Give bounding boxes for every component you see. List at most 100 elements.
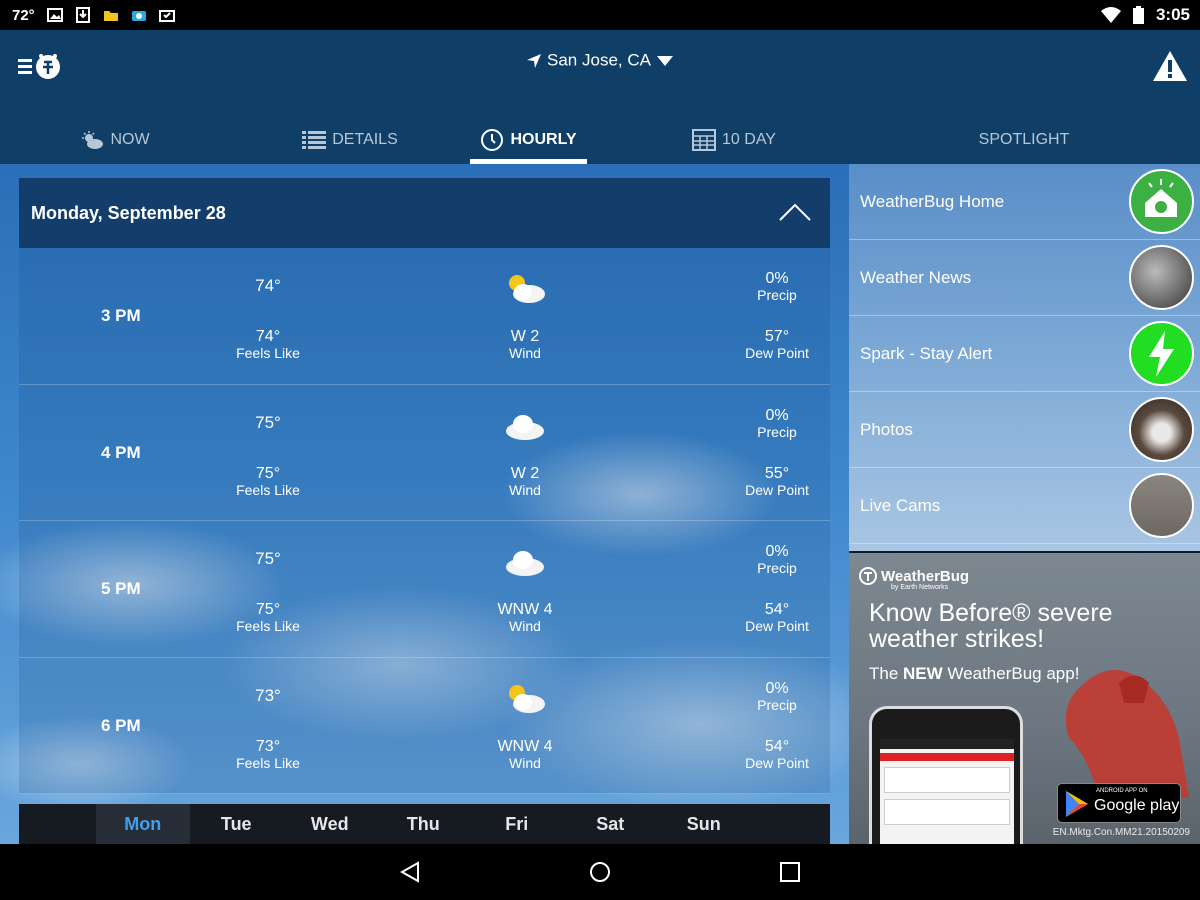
briefcase-icon <box>158 10 175 22</box>
lightning-icon <box>1129 321 1194 386</box>
row-wind: WNW 4 Wind <box>497 601 553 634</box>
sidebar-item-live-cams[interactable]: Live Cams <box>849 468 1200 544</box>
location-name: San Jose, CA <box>547 50 651 70</box>
row-precip: 0% Precip <box>757 679 797 713</box>
home-icon[interactable] <box>588 860 612 884</box>
tab-10-day[interactable]: 10 DAY <box>587 115 881 164</box>
google-play-badge[interactable]: ANDROID APP ON Google play <box>1057 783 1181 823</box>
tab-spotlight[interactable]: SPOTLIGHT <box>881 115 1167 164</box>
play-store-icon <box>1066 791 1088 817</box>
row-wind: W 2 Wind <box>509 328 541 361</box>
ad-brand-sub: by Earth Networks <box>891 584 949 591</box>
list-icon <box>302 130 327 149</box>
row-time: 6 PM <box>101 715 141 735</box>
location-arrow-icon <box>527 53 542 68</box>
image-icon <box>46 8 63 22</box>
sidebar-item-photos[interactable]: Photos <box>849 392 1200 468</box>
sidebar-item-label: Weather News <box>860 267 972 287</box>
date-header[interactable]: Monday, September 28 <box>19 178 830 248</box>
cloud-icon <box>506 551 544 576</box>
hourly-row[interactable]: 3 PM 74° 74° Feels Like W 2 Wind 0% Precip … <box>19 248 830 385</box>
spotlight-sidebar: WeatherBug Home Weather News Spark - Sta… <box>849 164 1200 551</box>
row-feels-like: 75° Feels Like <box>236 601 300 634</box>
row-temperature: 75° <box>255 549 281 568</box>
alert-button[interactable] <box>1152 50 1188 82</box>
day-sat[interactable]: Sat <box>564 804 658 844</box>
download-icon <box>75 7 90 23</box>
hourly-card: Monday, September 28 3 PM 74° 74° Feels L… <box>19 178 830 844</box>
sidebar-item-spark[interactable]: Spark - Stay Alert <box>849 316 1200 392</box>
chevron-down-icon <box>656 55 673 66</box>
row-feels-like: 74° Feels Like <box>236 328 300 361</box>
sun-cloud-icon <box>82 130 104 149</box>
back-icon[interactable] <box>398 860 422 884</box>
row-time: 5 PM <box>101 579 141 598</box>
news-thumbnail <box>1129 245 1194 310</box>
folder-icon <box>103 11 118 21</box>
advertisement-banner[interactable]: WeatherBug by Earth Networks Know Before… <box>849 551 1200 844</box>
row-dew-point: 55° Dew Point <box>745 464 809 498</box>
battery-icon <box>1132 6 1144 24</box>
clock-icon <box>481 128 504 151</box>
row-time: 3 PM <box>101 306 141 325</box>
tab-label: NOW <box>110 130 150 148</box>
partly-sunny-icon <box>509 275 545 303</box>
sidebar-item-weatherbug-home[interactable]: WeatherBug Home <box>849 164 1200 240</box>
row-temperature: 74° <box>255 276 281 295</box>
ad-headline: Know Before® severe weather strikes! <box>869 599 1113 653</box>
tab-label: SPOTLIGHT <box>978 130 1070 148</box>
store-small-text: ANDROID APP ON <box>1096 788 1148 794</box>
cam-thumbnail <box>1129 473 1194 538</box>
row-wind: W 2 Wind <box>509 464 541 498</box>
camera-icon <box>131 11 146 21</box>
sidebar-item-label: WeatherBug Home <box>860 191 1005 211</box>
tab-label: HOURLY <box>510 130 577 148</box>
sidebar-item-weather-news[interactable]: Weather News <box>849 240 1200 316</box>
day-fri[interactable]: Fri <box>470 804 564 844</box>
tab-label: DETAILS <box>332 130 398 148</box>
row-precip: 0% Precip <box>757 270 797 303</box>
cloud-icon <box>506 414 544 440</box>
wifi-icon <box>1100 7 1121 23</box>
store-big-text: Google play <box>1094 797 1180 814</box>
recents-icon[interactable] <box>778 860 802 884</box>
hourly-row[interactable]: 5 PM 75° 75° Feels Like WNW 4 Wind 0% Preci… <box>19 521 830 658</box>
row-dew-point: 54° Dew Point <box>745 737 809 771</box>
calendar-icon <box>692 128 717 151</box>
hourly-row[interactable]: 4 PM 75° 75° Feels Like W 2 Wind 0% Precip … <box>19 384 830 521</box>
row-precip: 0% Precip <box>757 543 797 576</box>
tab-hourly[interactable]: HOURLY <box>470 115 587 164</box>
status-time: 3:05 <box>1155 5 1190 24</box>
sidebar-item-label: Photos <box>860 419 913 439</box>
row-feels-like: 73° Feels Like <box>236 737 300 771</box>
hourly-row[interactable]: 6 PM 73° 73° Feels Like WNW 4 Wind 0% Preci… <box>19 657 830 794</box>
day-wed[interactable]: Wed <box>283 804 377 844</box>
ad-brand: WeatherBug <box>859 567 969 585</box>
day-sun[interactable]: Sun <box>657 804 751 844</box>
sidebar-item-label: Live Cams <box>860 495 941 515</box>
tab-bar: NOW DETAILS HOURLY 10 DAY SPOTLIGHT <box>0 115 1200 164</box>
row-feels-like: 75° Feels Like <box>236 464 300 498</box>
weatherbug-home-icon <box>1129 169 1194 234</box>
app-header: San Jose, CA NOW DETAILS HOURLY 10 DAY S… <box>0 30 1200 164</box>
tab-label: 10 DAY <box>722 130 776 148</box>
row-wind: WNW 4 Wind <box>497 737 553 771</box>
status-temperature: 72° <box>12 6 35 24</box>
day-thu[interactable]: Thu <box>377 804 471 844</box>
alert-icon <box>1153 51 1187 81</box>
row-temperature: 73° <box>255 685 281 705</box>
day-tue[interactable]: Tue <box>190 804 284 844</box>
row-time: 4 PM <box>101 442 141 462</box>
system-nav-bar <box>0 844 1200 900</box>
chevron-up-icon[interactable] <box>778 202 812 222</box>
tab-details[interactable]: DETAILS <box>230 115 470 164</box>
row-dew-point: 57° Dew Point <box>745 328 809 361</box>
day-selector: Mon Tue Wed Thu Fri Sat Sun <box>19 804 830 844</box>
partly-sunny-icon <box>509 684 545 713</box>
phone-image <box>869 706 1023 844</box>
location-selector[interactable]: San Jose, CA <box>0 50 1200 71</box>
day-mon[interactable]: Mon <box>96 804 190 844</box>
tab-now[interactable]: NOW <box>0 115 230 164</box>
photo-thumbnail <box>1129 397 1194 462</box>
ad-code: EN.Mktg.Con.MM21.20150209 <box>1052 827 1190 838</box>
